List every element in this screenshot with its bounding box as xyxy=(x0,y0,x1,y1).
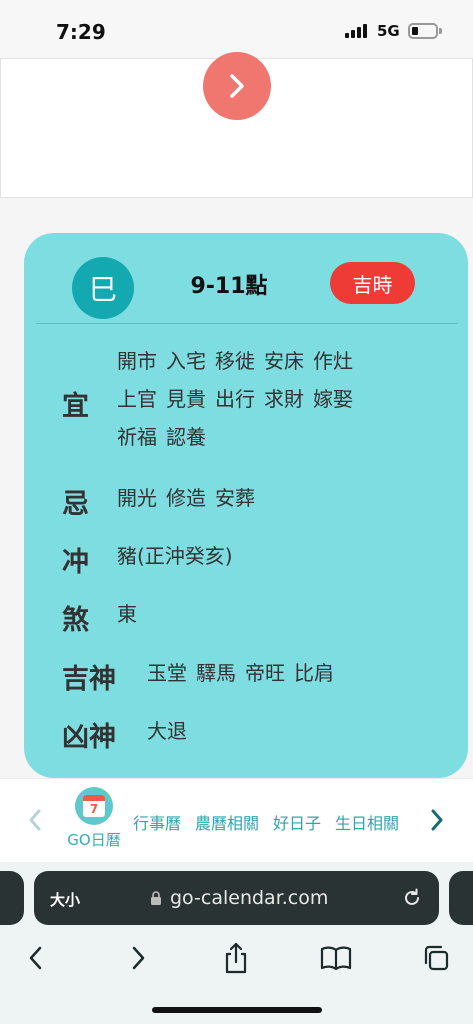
network-type: 5G xyxy=(377,22,400,40)
battery-icon xyxy=(408,23,438,39)
home-indicator[interactable] xyxy=(152,1007,322,1013)
suitable-item: 嫁娶 xyxy=(313,387,353,411)
nav-link-schedule[interactable]: 行事曆 xyxy=(133,810,181,834)
suitable-item: 認養 xyxy=(166,425,206,449)
avoid-item: 安葬 xyxy=(215,486,255,510)
suitable-list: 開市 入宅 移徙 安床 作灶 上官 見貴 出行 求財 嫁娶 祈福 認養 xyxy=(117,342,447,456)
lucky-god-item: 帝旺 xyxy=(245,661,285,685)
hour-range: 9-11點 xyxy=(190,274,268,299)
avoid-item: 修造 xyxy=(166,486,206,510)
sha-label: 煞 xyxy=(62,605,89,636)
unlucky-god-list: 大退 xyxy=(147,712,196,750)
calendar-icon: 7 xyxy=(83,795,105,817)
chevron-left-icon xyxy=(29,809,41,831)
forward-button[interactable] xyxy=(120,940,156,976)
avoid-item: 開光 xyxy=(117,486,157,510)
forward-icon xyxy=(132,946,145,970)
suitable-item: 移徙 xyxy=(215,349,255,373)
suitable-item: 出行 xyxy=(215,387,255,411)
nav-prev-button[interactable] xyxy=(26,808,44,836)
calendar-day: 7 xyxy=(89,802,99,816)
reload-icon[interactable] xyxy=(400,886,424,910)
suitable-item: 開市 xyxy=(117,349,157,373)
avoid-list: 開光 修造 安葬 xyxy=(117,479,264,517)
suitable-item: 作灶 xyxy=(313,349,353,373)
nav-next-button[interactable] xyxy=(428,808,446,836)
suitable-item: 求財 xyxy=(264,387,304,411)
status-time: 7:29 xyxy=(56,20,106,44)
suitable-item: 安床 xyxy=(264,349,304,373)
suitable-item: 見貴 xyxy=(166,387,206,411)
clash-label: 冲 xyxy=(62,547,89,578)
unlucky-god-label: 凶神 xyxy=(62,722,116,753)
suitable-item: 入宅 xyxy=(166,349,206,373)
sha-item: 東 xyxy=(117,602,137,626)
tabs-button[interactable] xyxy=(418,940,454,976)
share-icon xyxy=(225,942,247,974)
text-size-button[interactable]: 大小 xyxy=(50,889,80,910)
lucky-god-item: 比肩 xyxy=(294,661,334,685)
suitable-line: 祈福 認養 xyxy=(117,418,447,456)
clash-value: 豬(正沖癸亥) xyxy=(117,537,242,575)
suitable-label: 宜 xyxy=(62,391,89,422)
suitable-line: 開市 入宅 移徙 安床 作灶 xyxy=(117,342,447,380)
earthly-branch-badge: 巳 xyxy=(72,257,134,319)
go-calendar-label[interactable]: GO日曆 xyxy=(62,829,126,850)
card-divider xyxy=(36,323,458,324)
lucky-god-item: 玉堂 xyxy=(147,661,187,685)
lucky-god-item: 驛馬 xyxy=(196,661,236,685)
lucky-god-label: 吉神 xyxy=(62,664,116,695)
suitable-item: 祈福 xyxy=(117,425,157,449)
chevron-right-icon xyxy=(230,74,244,98)
nav-link-birthday[interactable]: 生日相關 xyxy=(335,810,399,834)
unlucky-god-item: 大退 xyxy=(147,719,187,743)
bookmarks-button[interactable] xyxy=(318,940,354,976)
nav-link-lunar[interactable]: 農曆相關 xyxy=(195,810,259,834)
tabs-icon xyxy=(424,945,449,971)
chevron-right-icon xyxy=(431,809,443,831)
previous-tab-preview[interactable] xyxy=(0,871,24,925)
battery-tip xyxy=(439,28,442,34)
go-calendar-logo[interactable]: 7 xyxy=(75,787,113,825)
back-icon xyxy=(29,946,42,970)
back-button[interactable] xyxy=(18,940,54,976)
url-text[interactable]: go-calendar.com xyxy=(170,887,328,909)
signal-icon xyxy=(345,24,367,38)
book-icon xyxy=(320,946,352,971)
sha-value: 東 xyxy=(117,595,146,633)
next-arrow-button[interactable] xyxy=(203,52,271,120)
lock-icon xyxy=(151,891,161,905)
suitable-item: 上官 xyxy=(117,387,157,411)
lucky-god-list: 玉堂 驛馬 帝旺 比肩 xyxy=(147,654,343,692)
avoid-label: 忌 xyxy=(62,489,89,520)
share-button[interactable] xyxy=(218,940,254,976)
suitable-line: 上官 見貴 出行 求財 嫁娶 xyxy=(117,380,447,418)
luck-badge: 吉時 xyxy=(330,262,415,304)
nav-link-good-days[interactable]: 好日子 xyxy=(273,810,321,834)
clash-item: 豬(正沖癸亥) xyxy=(117,544,233,568)
next-tab-preview[interactable] xyxy=(449,871,473,925)
